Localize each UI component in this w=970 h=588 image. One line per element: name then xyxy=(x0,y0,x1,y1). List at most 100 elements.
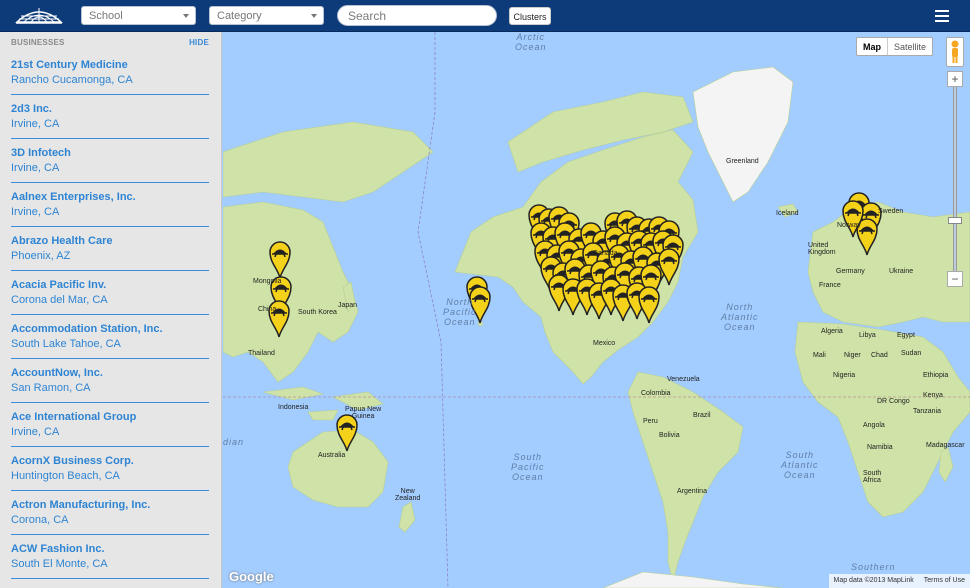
map-type-satellite-button[interactable]: Satellite xyxy=(888,38,932,55)
business-name[interactable]: Abrazo Health Care xyxy=(11,234,209,248)
place-label-ethiopia: Ethiopia xyxy=(923,372,949,379)
business-name[interactable]: Ace International Group xyxy=(11,410,209,424)
business-list-item[interactable]: Abrazo Health Care Phoenix, AZ xyxy=(11,227,209,271)
business-list-item[interactable]: 3D Infotech Irvine, CA xyxy=(11,139,209,183)
place-label-kenya: Kenya xyxy=(923,392,943,399)
map-type-control[interactable]: Map Satellite xyxy=(855,37,933,56)
place-label-norway: Norway xyxy=(837,222,861,229)
ocean-label-south-atlantic: South Atlantic Ocean xyxy=(781,450,819,480)
place-label-south-korea: South Korea xyxy=(298,309,337,316)
place-label-australia: Australia xyxy=(318,452,346,459)
business-list: 21st Century Medicine Rancho Cucamonga, C… xyxy=(0,51,221,579)
zoom-control: + − xyxy=(944,71,966,287)
place-label-papua-new-guinea: Papua New Guinea xyxy=(345,406,382,420)
clusters-button[interactable]: Clusters xyxy=(509,7,551,25)
place-label-china: China xyxy=(258,306,277,313)
category-select-label: Category xyxy=(217,10,262,22)
business-name[interactable]: 2d3 Inc. xyxy=(11,102,209,116)
category-select[interactable]: Category xyxy=(209,6,324,25)
place-label-indonesia: Indonesia xyxy=(278,404,309,411)
place-label-tanzania: Tanzania xyxy=(913,408,942,415)
place-label-sweden: Sweden xyxy=(878,208,904,215)
ocean-label-north-atlantic: North Atlantic Ocean xyxy=(721,302,759,332)
business-location: Irvine, CA xyxy=(11,206,60,218)
sidebar-title: BUSINESSES xyxy=(11,38,65,47)
hamburger-menu-icon[interactable] xyxy=(935,10,949,22)
business-list-item[interactable]: 21st Century Medicine Rancho Cucamonga, C… xyxy=(11,51,209,95)
place-label-egypt: Egypt xyxy=(897,332,915,339)
place-label-canada: Canada xyxy=(593,250,618,257)
map-type-map-button[interactable]: Map xyxy=(857,38,888,55)
world-map[interactable]: North Pacific Ocean North Atlantic Ocean… xyxy=(223,32,970,588)
place-label-greenland: Greenland xyxy=(726,158,759,165)
terms-of-use-link[interactable]: Terms of Use xyxy=(919,574,970,588)
business-location: Irvine, CA xyxy=(11,162,60,174)
business-list-item[interactable]: Accommodation Station, Inc. South Lake Ta… xyxy=(11,315,209,359)
search-placeholder: Search xyxy=(348,9,387,23)
armadillo-globe-logo-icon[interactable] xyxy=(14,4,64,26)
chevron-down-icon xyxy=(311,14,317,18)
business-list-item[interactable]: Aalnex Enterprises, Inc. Irvine, CA xyxy=(11,183,209,227)
business-location: Irvine, CA xyxy=(11,426,60,438)
school-select-label: School xyxy=(89,10,123,22)
top-navigation-bar: School Category Search Clusters xyxy=(0,0,970,32)
place-label-japan: Japan xyxy=(338,302,358,309)
place-label-south-africa: South Africa xyxy=(863,470,882,484)
zoom-out-button[interactable]: − xyxy=(947,271,963,287)
place-label-angola: Angola xyxy=(863,422,885,429)
chevron-down-icon xyxy=(183,14,189,18)
place-label-namibia: Namibia xyxy=(867,444,893,451)
place-label-united-kingdom: United Kingdom xyxy=(808,242,836,256)
business-name[interactable]: ACW Fashion Inc. xyxy=(11,542,209,556)
place-label-venezuela: Venezuela xyxy=(667,376,700,383)
zoom-slider-thumb[interactable] xyxy=(948,217,962,224)
place-label-nigeria: Nigeria xyxy=(833,372,856,379)
google-logo[interactable]: Google xyxy=(229,569,274,584)
business-location: Huntington Beach, CA xyxy=(11,470,120,482)
business-name[interactable]: AcornX Business Corp. xyxy=(11,454,209,468)
business-name[interactable]: Actron Manufacturing, Inc. xyxy=(11,498,209,512)
place-label-chad: Chad xyxy=(871,352,888,359)
hide-sidebar-button[interactable]: HIDE xyxy=(189,38,209,47)
business-location: Corona, CA xyxy=(11,514,69,526)
sidebar-header: BUSINESSES HIDE xyxy=(0,32,221,51)
school-select[interactable]: School xyxy=(81,6,196,25)
business-list-item[interactable]: 2d3 Inc. Irvine, CA xyxy=(11,95,209,139)
business-location: San Ramon, CA xyxy=(11,382,91,394)
map-data-credit: Map data ©2013 MapLink xyxy=(833,577,914,584)
business-list-item[interactable]: Actron Manufacturing, Inc. Corona, CA xyxy=(11,491,209,535)
business-name[interactable]: 3D Infotech xyxy=(11,146,209,160)
business-name[interactable]: Accommodation Station, Inc. xyxy=(11,322,209,336)
business-name[interactable]: Acacia Pacific Inv. xyxy=(11,278,209,292)
street-view-pegman-icon[interactable] xyxy=(946,37,964,67)
place-label-thailand: Thailand xyxy=(248,350,275,357)
place-label-niger: Niger xyxy=(844,352,861,359)
place-label-france: France xyxy=(819,282,841,289)
ocean-label-arctic: Arctic Ocean xyxy=(515,32,547,52)
place-label-sudan: Sudan xyxy=(901,350,922,357)
map-attribution: Map data ©2013 MapLink Terms of Use xyxy=(828,574,970,588)
search-input[interactable]: Search xyxy=(337,5,497,26)
business-list-item[interactable]: Acacia Pacific Inv. Corona del Mar, CA xyxy=(11,271,209,315)
business-name[interactable]: Aalnex Enterprises, Inc. xyxy=(11,190,209,204)
place-label-colombia: Colombia xyxy=(641,390,671,397)
business-list-item[interactable]: ACW Fashion Inc. South El Monte, CA xyxy=(11,535,209,579)
place-label-new-zealand: New Zealand xyxy=(395,488,421,502)
place-label-mongolia: Mongolia xyxy=(253,278,282,285)
zoom-in-button[interactable]: + xyxy=(947,71,963,87)
place-label-mali: Mali xyxy=(813,352,826,359)
business-list-item[interactable]: Ace International Group Irvine, CA xyxy=(11,403,209,447)
business-name[interactable]: 21st Century Medicine xyxy=(11,58,209,72)
place-label-bolivia: Bolivia xyxy=(659,432,680,439)
business-list-item[interactable]: AccountNow, Inc. San Ramon, CA xyxy=(11,359,209,403)
business-name[interactable]: AccountNow, Inc. xyxy=(11,366,209,380)
ocean-label-indian: dian xyxy=(223,437,245,447)
place-label-iceland: Iceland xyxy=(776,210,799,217)
place-label-argentina: Argentina xyxy=(677,488,707,495)
place-label-brazil: Brazil xyxy=(693,412,711,419)
place-label-peru: Peru xyxy=(643,418,658,425)
business-list-item[interactable]: AcornX Business Corp. Huntington Beach, C… xyxy=(11,447,209,491)
zoom-slider[interactable] xyxy=(948,87,962,271)
place-label-algeria: Algeria xyxy=(821,328,843,335)
business-location: South Lake Tahoe, CA xyxy=(11,338,121,350)
